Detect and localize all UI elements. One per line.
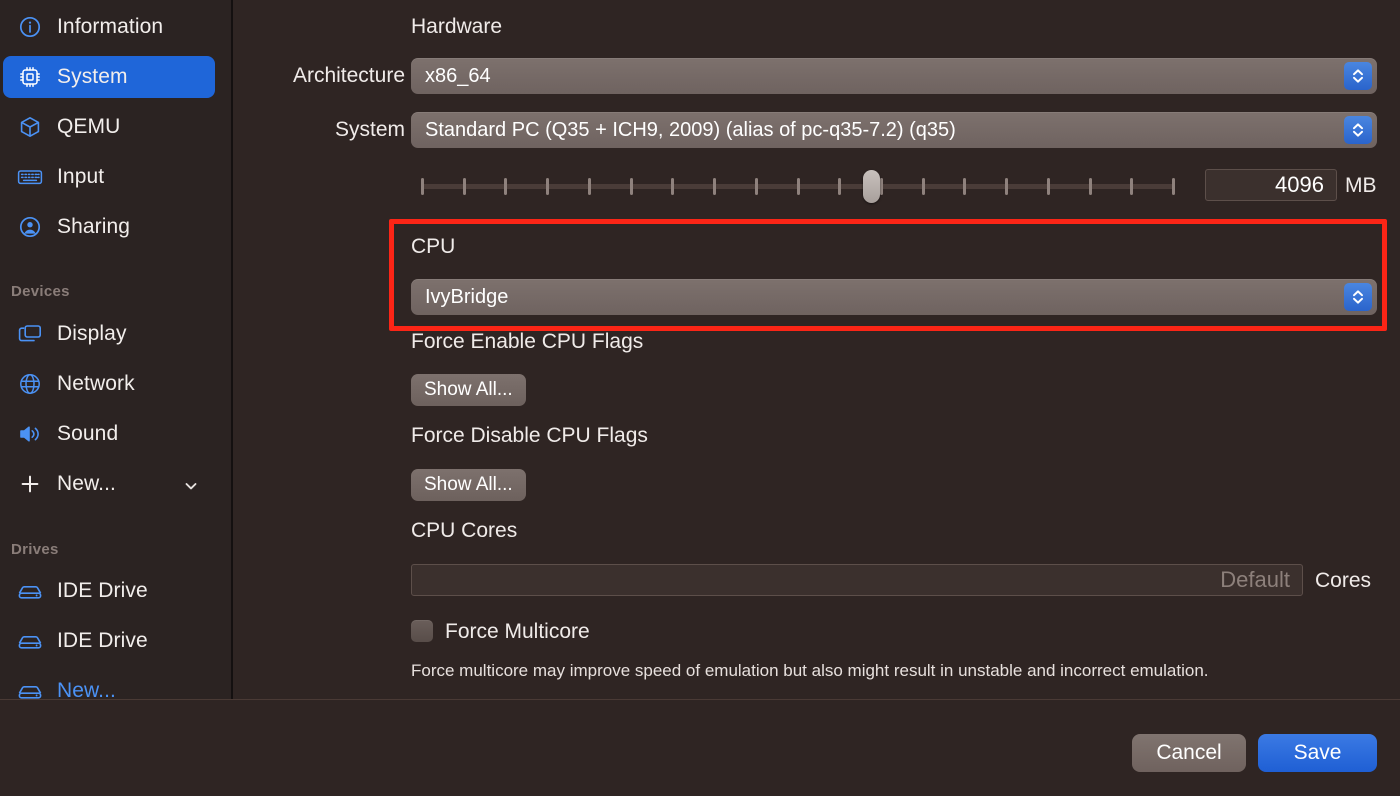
slider-tick [546, 178, 550, 195]
sidebar-new-device-button[interactable]: New... [3, 463, 215, 505]
slider-tick [921, 178, 925, 195]
globe-icon [17, 371, 43, 397]
sidebar-item-sound[interactable]: Sound [3, 413, 215, 455]
sidebar-item-label: Display [57, 322, 127, 345]
settings-content-pane: Hardware Architecture x86_64 System Stan… [233, 0, 1400, 699]
slider-tick [1130, 178, 1134, 195]
display-windows-icon [17, 321, 43, 347]
qemu-vm-settings-window: Information System QEMU Input Sharing De… [0, 0, 1400, 796]
sidebar-item-label: QEMU [57, 115, 121, 138]
sidebar-item-label: IDE Drive [57, 579, 148, 602]
sidebar-item-label: Network [57, 372, 135, 395]
sidebar-group-drives: Drives [11, 541, 59, 558]
sidebar-item-display[interactable]: Display [3, 313, 215, 355]
drive-icon [17, 678, 43, 699]
cpu-cores-field[interactable]: Default [411, 564, 1303, 596]
memory-slider-knob[interactable] [863, 170, 881, 203]
memory-unit-label: MB [1345, 174, 1377, 197]
speaker-icon [17, 421, 43, 447]
memory-value: 4096 [1275, 172, 1324, 197]
save-button[interactable]: Save [1258, 734, 1377, 772]
system-select[interactable]: Standard PC (Q35 + ICH9, 2009) (alias of… [411, 112, 1377, 148]
sidebar-item-network[interactable]: Network [3, 363, 215, 405]
chevron-up-down-icon[interactable] [1344, 283, 1372, 311]
sidebar-item-system[interactable]: System [3, 56, 215, 98]
cpu-section-title: CPU [411, 235, 456, 258]
slider-tick [963, 178, 967, 195]
sidebar-item-ide-drive-1[interactable]: IDE Drive [3, 570, 215, 612]
force-multicore-label: Force Multicore [445, 620, 590, 643]
architecture-value: x86_64 [425, 64, 491, 87]
memory-slider[interactable] [421, 170, 1175, 203]
hardware-section-title: Hardware [411, 15, 503, 38]
sidebar-item-information[interactable]: Information [3, 6, 215, 48]
slider-tick [629, 178, 633, 195]
cpu-cores-label: CPU Cores [411, 519, 518, 542]
slider-tick [1046, 178, 1050, 195]
cancel-button[interactable]: Cancel [1132, 734, 1246, 772]
force-enable-show-all-button[interactable]: Show All... [411, 374, 526, 406]
slider-tick [671, 178, 675, 195]
sidebar-item-label: IDE Drive [57, 629, 148, 652]
info-circle-icon [17, 14, 43, 40]
slider-tick [838, 178, 842, 195]
slider-tick [1172, 178, 1175, 195]
sidebar-item-label: New... [57, 679, 116, 699]
cpu-select[interactable]: IvyBridge [411, 279, 1377, 315]
slider-tick [462, 178, 466, 195]
sidebar: Information System QEMU Input Sharing De… [0, 0, 231, 699]
sidebar-new-drive-button[interactable]: New... [3, 670, 215, 699]
slider-tick [587, 178, 591, 195]
force-multicore-hint: Force multicore may improve speed of emu… [411, 661, 1209, 680]
plus-icon [17, 471, 43, 497]
cpu-cores-unit-label: Cores [1315, 569, 1372, 592]
system-label: System [334, 118, 405, 141]
slider-tick [754, 178, 758, 195]
slider-tick [796, 178, 800, 195]
slider-tick [421, 178, 424, 195]
drive-icon [17, 578, 43, 604]
slider-tick [713, 178, 717, 195]
memory-field[interactable]: 4096 [1205, 169, 1337, 201]
chevron-up-down-icon[interactable] [1344, 116, 1372, 144]
force-disable-show-all-button[interactable]: Show All... [411, 469, 526, 501]
keyboard-icon [17, 164, 43, 190]
sidebar-item-label: Sound [57, 422, 119, 445]
chevron-down-icon[interactable] [183, 476, 199, 492]
sidebar-item-label: Sharing [57, 215, 131, 238]
force-enable-cpu-flags-label: Force Enable CPU Flags [411, 330, 644, 353]
architecture-select[interactable]: x86_64 [411, 58, 1377, 94]
slider-tick [1088, 178, 1092, 195]
sidebar-item-label: System [57, 65, 128, 88]
sidebar-item-label: Information [57, 15, 164, 38]
sidebar-item-input[interactable]: Input [3, 156, 215, 198]
sidebar-item-sharing[interactable]: Sharing [3, 206, 215, 248]
sidebar-item-ide-drive-2[interactable]: IDE Drive [3, 620, 215, 662]
sidebar-item-label: Input [57, 165, 105, 188]
dialog-footer: Cancel Save [0, 700, 1400, 796]
architecture-label: Architecture [292, 64, 405, 87]
cpu-chip-icon [17, 64, 43, 90]
force-disable-cpu-flags-label: Force Disable CPU Flags [411, 424, 648, 447]
slider-tick [1005, 178, 1009, 195]
person-circle-icon [17, 214, 43, 240]
drive-icon [17, 628, 43, 654]
sidebar-item-label: New... [57, 472, 116, 495]
chevron-up-down-icon[interactable] [1344, 62, 1372, 90]
box-icon [17, 114, 43, 140]
force-multicore-checkbox[interactable] [411, 620, 433, 642]
sidebar-item-qemu[interactable]: QEMU [3, 106, 215, 148]
cpu-cores-placeholder: Default [1220, 567, 1290, 592]
system-value: Standard PC (Q35 + ICH9, 2009) (alias of… [425, 118, 956, 141]
cpu-value: IvyBridge [425, 285, 509, 308]
sidebar-group-devices: Devices [11, 283, 70, 300]
slider-tick [879, 178, 883, 195]
slider-tick [504, 178, 508, 195]
